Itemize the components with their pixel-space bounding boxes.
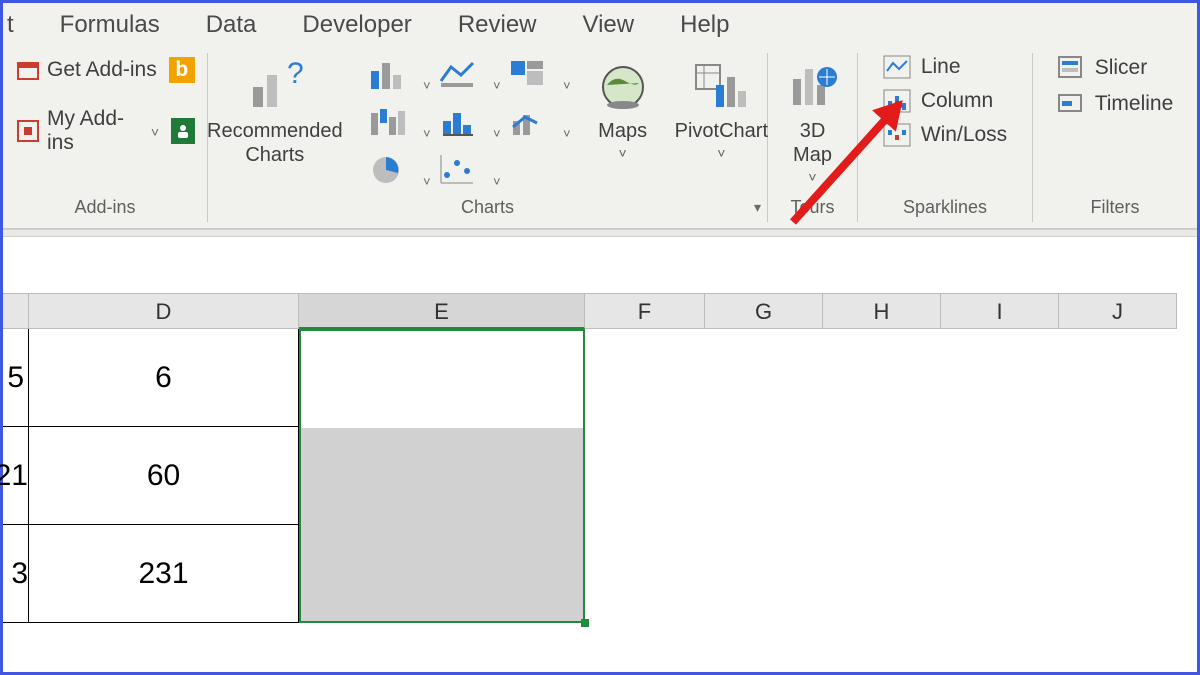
pivotchart-button[interactable]: PivotChart ˅ xyxy=(675,53,768,162)
maps-label: Maps xyxy=(598,119,647,143)
cell-e[interactable] xyxy=(299,329,585,427)
3d-map-label: 3D Map xyxy=(793,119,832,167)
col-header-c[interactable] xyxy=(3,293,29,329)
selection-fill xyxy=(301,428,583,623)
sparkline-line-label: Line xyxy=(921,55,961,79)
table-row: 5 6 xyxy=(3,329,1197,427)
tab-developer[interactable]: Developer xyxy=(302,11,411,39)
sparkline-column-label: Column xyxy=(921,89,993,113)
group-label-addins: Add-ins xyxy=(74,197,135,218)
recommended-charts-icon: ? xyxy=(247,55,303,113)
col-header-f[interactable]: F xyxy=(585,293,705,329)
timeline-icon xyxy=(1057,91,1085,117)
pivotchart-icon xyxy=(694,55,748,113)
recommended-charts-label: Recommended Charts xyxy=(207,119,343,167)
tab-partial[interactable]: t xyxy=(7,11,14,39)
chevron-down-icon[interactable]: ˅ xyxy=(808,169,816,186)
maps-button[interactable]: Maps ˅ xyxy=(597,53,649,162)
ribbon-divider xyxy=(3,229,1197,237)
ribbon-tabs: t Formulas Data Developer Review View He… xyxy=(3,3,1197,53)
fill-handle[interactable] xyxy=(581,619,589,627)
maps-icon xyxy=(597,55,649,113)
line-chart-button[interactable]: ˅ xyxy=(439,53,501,95)
recommended-charts-button[interactable]: ? Recommended Charts xyxy=(207,53,343,167)
cell-d[interactable]: 231 xyxy=(29,525,299,623)
col-header-j[interactable]: J xyxy=(1059,293,1177,329)
my-addins-button[interactable]: My Add-ins xyxy=(15,107,195,155)
cell-d[interactable]: 60 xyxy=(29,427,299,525)
group-label-charts: Charts xyxy=(461,197,514,218)
3d-map-button[interactable]: 3D Map ˅ xyxy=(787,53,839,186)
chart-type-grid: ˅ ˅ ˅ ˅ ˅ ˅ ˅ ˅ xyxy=(369,53,571,191)
table-row: 21 60 xyxy=(3,427,1197,525)
slicer-label: Slicer xyxy=(1095,56,1148,80)
tab-view[interactable]: View xyxy=(583,11,635,39)
slicer-button[interactable]: Slicer xyxy=(1057,55,1174,81)
col-header-g[interactable]: G xyxy=(705,293,823,329)
chevron-down-icon[interactable]: ˅ xyxy=(717,145,725,162)
get-addins-button[interactable]: Get Add-ins b xyxy=(15,57,195,83)
cell-d[interactable]: 6 xyxy=(29,329,299,427)
cell-c[interactable]: 3 xyxy=(3,525,29,623)
people-graph-icon xyxy=(171,118,195,144)
sparkline-winloss-button[interactable]: Win/Loss xyxy=(883,123,1007,147)
sparkline-winloss-label: Win/Loss xyxy=(921,123,1007,147)
addin-icon xyxy=(15,118,41,144)
pivotchart-label: PivotChart xyxy=(675,119,768,143)
timeline-label: Timeline xyxy=(1095,92,1174,116)
column-chart-button[interactable]: ˅ xyxy=(369,53,431,95)
map-chart-button-sm[interactable] xyxy=(509,149,571,191)
dialog-launcher-icon[interactable]: ▾ xyxy=(754,199,761,216)
group-label-sparklines: Sparklines xyxy=(903,197,987,218)
statistic-chart-button[interactable]: ˅ xyxy=(439,101,501,143)
svg-text:?: ? xyxy=(287,57,303,90)
combo-chart-button[interactable]: ˅ xyxy=(509,101,571,143)
hierarchy-chart-button[interactable]: ˅ xyxy=(509,53,571,95)
get-addins-label: Get Add-ins xyxy=(47,58,157,82)
cell-c[interactable]: 21 xyxy=(3,427,29,525)
3d-map-icon xyxy=(787,55,839,113)
slicer-icon xyxy=(1057,55,1085,81)
sparkline-line-button[interactable]: Line xyxy=(883,55,1007,79)
tab-data[interactable]: Data xyxy=(206,11,257,39)
col-header-i[interactable]: I xyxy=(941,293,1059,329)
chevron-down-icon[interactable]: ˅ xyxy=(619,145,627,162)
tab-formulas[interactable]: Formulas xyxy=(60,11,160,39)
sparkline-line-icon xyxy=(883,55,911,79)
bing-icon: b xyxy=(169,57,195,83)
tab-help[interactable]: Help xyxy=(680,11,729,39)
chevron-down-icon[interactable] xyxy=(149,119,159,143)
col-header-e[interactable]: E xyxy=(299,293,585,329)
ribbon: Get Add-ins b My Add-ins Add-ins ? xyxy=(3,53,1197,229)
col-header-d[interactable]: D xyxy=(29,293,299,329)
waterfall-chart-button[interactable]: ˅ xyxy=(369,101,431,143)
tab-review[interactable]: Review xyxy=(458,11,537,39)
store-icon xyxy=(15,57,41,83)
cell-c[interactable]: 5 xyxy=(3,329,29,427)
scatter-chart-button[interactable]: ˅ xyxy=(439,149,501,191)
pie-chart-button[interactable]: ˅ xyxy=(369,149,431,191)
column-headers: D E F G H I J xyxy=(3,293,1197,329)
group-label-filters: Filters xyxy=(1091,197,1140,218)
timeline-button[interactable]: Timeline xyxy=(1057,91,1174,117)
col-header-h[interactable]: H xyxy=(823,293,941,329)
table-row: 3 231 xyxy=(3,525,1197,623)
my-addins-label: My Add-ins xyxy=(47,107,143,155)
worksheet[interactable]: D E F G H I J 5 6 21 60 3 xyxy=(3,293,1197,623)
